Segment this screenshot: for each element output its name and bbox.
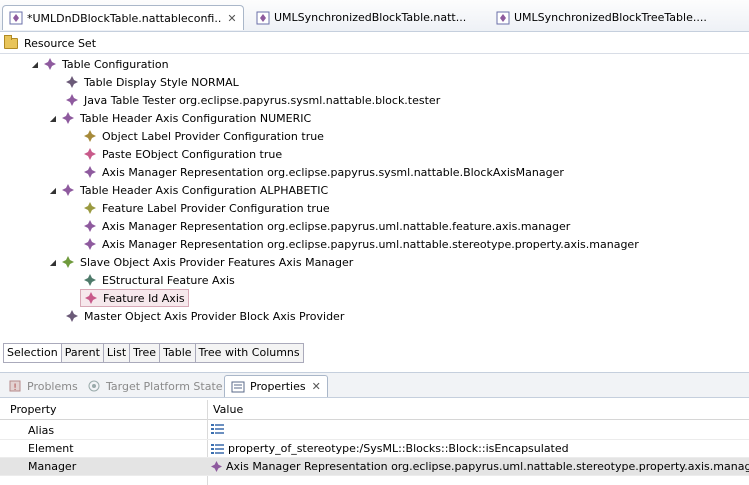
- close-icon[interactable]: ✕: [225, 12, 239, 25]
- tab-problems[interactable]: ! Problems: [8, 375, 78, 397]
- column-header-property[interactable]: Property: [10, 403, 57, 416]
- resource-set-node[interactable]: Resource Set: [4, 34, 96, 52]
- property-value[interactable]: Axis Manager Representation org.eclipse.…: [211, 460, 749, 473]
- model-element-icon: [84, 220, 96, 232]
- tree-node-label: Axis Manager Representation org.eclipse.…: [102, 165, 564, 179]
- tree-node-label: Table Header Axis Configuration ALPHABET…: [80, 183, 329, 197]
- editor-tab-label: UMLSynchronizedBlockTreeTable....: [514, 11, 707, 24]
- tree-node-label: Feature Label Provider Configuration tru…: [102, 201, 330, 215]
- tree-node[interactable]: ◢ Slave Object Axis Provider Features Ax…: [48, 253, 353, 271]
- tab-label: Target Platform State: [106, 379, 223, 393]
- tree-node-label: Table Header Axis Configuration NUMERIC: [80, 111, 312, 125]
- model-element-icon: [66, 76, 78, 88]
- property-value[interactable]: property_of_stereotype:/SysML::Blocks::B…: [211, 442, 569, 455]
- nattable-config-icon: [256, 11, 270, 24]
- tree-node-label: Axis Manager Representation org.eclipse.…: [102, 219, 571, 233]
- list-icon: [211, 424, 224, 434]
- tree-node[interactable]: Feature Label Provider Configuration tru…: [84, 199, 330, 217]
- model-element-icon: [62, 184, 74, 196]
- model-element-icon: [84, 238, 96, 250]
- tree-node[interactable]: EStructural Feature Axis: [84, 271, 235, 289]
- tab-target-platform-state[interactable]: Target Platform State: [87, 375, 223, 397]
- configuration-tree: ◢ Table Configuration Table Display Styl…: [0, 55, 749, 340]
- table-row[interactable]: Element property_of_stereotype:/SysML::B…: [0, 440, 749, 458]
- tab-tree-with-columns[interactable]: Tree with Columns: [196, 344, 303, 362]
- problems-icon: !: [9, 380, 21, 393]
- tree-node[interactable]: ◢ Table Configuration: [30, 55, 169, 73]
- property-name: Manager: [28, 460, 77, 473]
- tree-node-label: Paste EObject Configuration true: [102, 147, 283, 161]
- tab-list[interactable]: List: [104, 344, 131, 362]
- tree-node[interactable]: Axis Manager Representation org.eclipse.…: [84, 235, 639, 253]
- model-element-icon: [44, 58, 56, 70]
- tab-table[interactable]: Table: [160, 344, 196, 362]
- property-name: Alias: [28, 424, 55, 437]
- model-element-icon: [85, 292, 97, 304]
- property-value[interactable]: [211, 424, 228, 434]
- tab-label: Properties: [250, 380, 306, 393]
- tree-node-label: Table Display Style NORMAL: [84, 75, 239, 89]
- tree-node-label: Master Object Axis Provider Block Axis P…: [84, 309, 345, 323]
- property-name: Element: [28, 442, 74, 455]
- editor-tab-bar: *UMLDnDBlockTable.nattableconfi... ✕ UML…: [0, 0, 749, 32]
- tree-node-label: Java Table Tester org.eclipse.papyrus.sy…: [84, 93, 441, 107]
- tab-properties[interactable]: Properties ✕: [224, 375, 328, 397]
- divider: [0, 53, 749, 54]
- resource-set-label: Resource Set: [24, 36, 97, 50]
- tree-node-label: Feature Id Axis: [103, 291, 185, 305]
- editor-page-tabs: Selection Parent List Tree Table Tree wi…: [3, 343, 304, 363]
- nattable-config-icon: [9, 11, 23, 25]
- list-icon: [211, 443, 224, 454]
- tree-node[interactable]: Axis Manager Representation org.eclipse.…: [84, 217, 570, 235]
- tab-parent[interactable]: Parent: [62, 344, 104, 362]
- table-row[interactable]: Alias: [0, 422, 749, 440]
- bottom-view-tab-bar: ! Problems Target Platform State Propert…: [0, 372, 749, 398]
- tree-node[interactable]: Master Object Axis Provider Block Axis P…: [66, 307, 344, 325]
- tree-node-selected[interactable]: Feature Id Axis: [80, 289, 189, 307]
- collapse-arrow-icon[interactable]: ◢: [30, 60, 40, 69]
- tree-node-label: Slave Object Axis Provider Features Axis…: [80, 255, 354, 269]
- editor-tab-dnd-block-table[interactable]: *UMLDnDBlockTable.nattableconfi... ✕: [2, 5, 244, 30]
- properties-icon: [231, 381, 245, 392]
- table-row-selected[interactable]: Manager Axis Manager Representation org.…: [0, 458, 749, 476]
- model-element-icon: [84, 148, 96, 160]
- target-platform-icon: [88, 380, 100, 392]
- tree-node[interactable]: ◢ Table Header Axis Configuration ALPHAB…: [48, 181, 328, 199]
- model-element-icon: [84, 274, 96, 286]
- model-element-icon: [66, 310, 78, 322]
- collapse-arrow-icon[interactable]: ◢: [48, 258, 58, 267]
- tree-node-label: EStructural Feature Axis: [102, 273, 235, 287]
- editor-tab-synchronized-block-tree-table[interactable]: UMLSynchronizedBlockTreeTable....: [490, 5, 740, 30]
- model-element-icon: [211, 461, 222, 472]
- model-element-icon: [66, 94, 78, 106]
- tab-selection[interactable]: Selection: [4, 344, 62, 362]
- collapse-arrow-icon[interactable]: ◢: [48, 114, 58, 123]
- tree-node[interactable]: Java Table Tester org.eclipse.papyrus.sy…: [66, 91, 440, 109]
- collapse-arrow-icon[interactable]: ◢: [48, 186, 58, 195]
- tree-node[interactable]: Table Display Style NORMAL: [66, 73, 239, 91]
- folder-icon: [4, 34, 18, 49]
- editor-tab-label: UMLSynchronizedBlockTable.natt...: [274, 11, 467, 24]
- nattable-config-icon: [496, 11, 510, 24]
- tab-label: Problems: [27, 379, 78, 393]
- model-element-icon: [84, 202, 96, 214]
- tree-node-label: Object Label Provider Configuration true: [102, 129, 324, 143]
- svg-text:!: !: [13, 383, 17, 393]
- tree-node-label: Axis Manager Representation org.eclipse.…: [102, 237, 639, 251]
- tree-node[interactable]: Axis Manager Representation org.eclipse.…: [84, 163, 564, 181]
- model-element-icon: [62, 256, 74, 268]
- tree-node[interactable]: ◢ Table Header Axis Configuration NUMERI…: [48, 109, 311, 127]
- table-header: Property Value: [0, 400, 749, 420]
- tree-node[interactable]: Paste EObject Configuration true: [84, 145, 282, 163]
- column-header-value[interactable]: Value: [213, 403, 243, 416]
- tree-node[interactable]: Object Label Provider Configuration true: [84, 127, 324, 145]
- editor-tab-label: *UMLDnDBlockTable.nattableconfi...: [27, 11, 221, 25]
- tree-node-label: Table Configuration: [62, 57, 169, 71]
- model-element-icon: [84, 130, 96, 142]
- model-element-icon: [84, 166, 96, 178]
- model-element-icon: [62, 112, 74, 124]
- close-icon[interactable]: ✕: [312, 380, 321, 393]
- tab-tree[interactable]: Tree: [130, 344, 161, 362]
- editor-tab-synchronized-block-table[interactable]: UMLSynchronizedBlockTable.natt...: [250, 5, 490, 30]
